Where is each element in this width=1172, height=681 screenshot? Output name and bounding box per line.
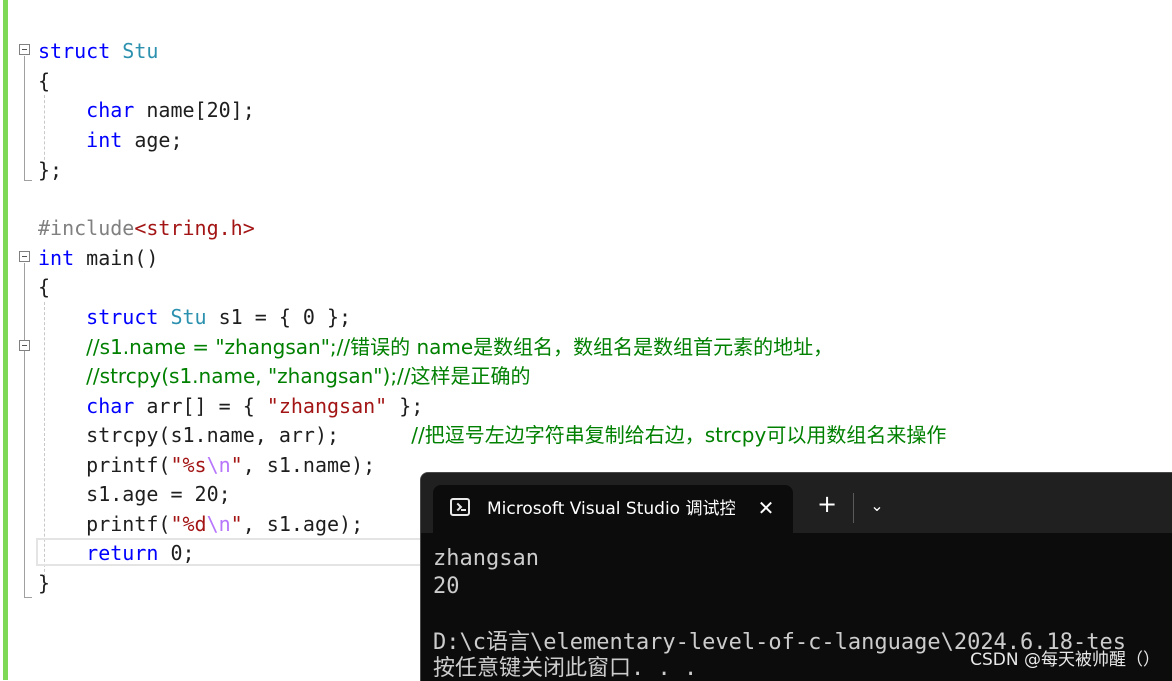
code-line[interactable]: int main()	[38, 243, 158, 273]
code-token: return	[86, 541, 159, 565]
code-token: "	[230, 453, 243, 477]
code-token: arr[] = {	[134, 394, 267, 418]
code-token: Stu	[170, 305, 207, 329]
console-output-line: zhangsan	[433, 546, 539, 571]
code-token: {	[38, 69, 51, 93]
tab-dropdown-button[interactable]: ⌄	[861, 491, 893, 521]
console-output-line: 20	[433, 574, 460, 599]
code-token: 0;	[158, 541, 195, 565]
code-line[interactable]: }	[38, 568, 50, 598]
code-token: strcpy(s1.name, arr);	[38, 423, 412, 447]
collapse-comment-icon[interactable]	[19, 340, 30, 351]
code-token: "%d	[170, 512, 207, 536]
code-token: s1 = { 0 };	[206, 305, 352, 329]
console-output-line: 按任意键关闭此窗口. . .	[433, 656, 698, 681]
code-token: main()	[74, 246, 159, 270]
terminal-titlebar: Microsoft Visual Studio 调试控制台 ✕ + ⌄	[421, 473, 1172, 533]
watermark: CSDN @每天被帅醒（）	[970, 650, 1160, 670]
code-line[interactable]: #include<string.h>	[38, 213, 255, 243]
code-line[interactable]: char name[20];	[38, 95, 255, 125]
code-line[interactable]: printf("%s\n", s1.name);	[38, 450, 375, 480]
code-line[interactable]: s1.age = 20;	[38, 479, 231, 509]
code-line[interactable]: {	[38, 66, 50, 96]
collapse-struct-icon[interactable]	[19, 44, 30, 55]
code-line[interactable]: {	[38, 272, 50, 302]
code-token: , s1.name);	[242, 453, 376, 477]
collapse-main-icon[interactable]	[19, 251, 30, 262]
code-token: printf(	[38, 512, 171, 536]
code-token: #include	[38, 216, 135, 240]
code-token: };	[387, 394, 424, 418]
code-token: printf(	[38, 453, 171, 477]
code-token: Stu	[122, 39, 159, 63]
code-token: <string.h>	[134, 216, 255, 240]
code-line[interactable]: //s1.name = "zhangsan";//错误的 name是数组名，数组…	[38, 332, 833, 362]
code-token: \n	[206, 512, 231, 536]
code-token: int	[86, 128, 123, 152]
code-line[interactable]: printf("%d\n", s1.age);	[38, 509, 363, 539]
tab-title: Microsoft Visual Studio 调试控制台	[487, 499, 735, 519]
code-token: {	[38, 275, 51, 299]
fold-end-main	[24, 597, 32, 598]
code-token: struct	[86, 305, 159, 329]
code-token: char	[86, 394, 135, 418]
code-token: struct	[38, 39, 111, 63]
code-token: //把逗号左边字符串复制给右边，strcpy可以用数组名来操作	[411, 423, 947, 447]
code-line[interactable]: struct Stu	[38, 36, 158, 66]
code-token: char	[86, 98, 135, 122]
code-line[interactable]: char arr[] = { "zhangsan" };	[38, 391, 423, 421]
code-token: //s1.name = "zhangsan";//错误的 name是数组名，数组…	[86, 335, 834, 359]
code-token: "	[230, 512, 243, 536]
code-token: name[20];	[134, 98, 255, 122]
fold-guide-main	[24, 263, 25, 597]
code-line[interactable]: struct Stu s1 = { 0 };	[38, 302, 351, 332]
code-token: "%s	[170, 453, 207, 477]
change-indicator-bar	[3, 0, 8, 680]
console-tab[interactable]: Microsoft Visual Studio 调试控制台 ✕	[433, 485, 793, 533]
code-line[interactable]: };	[38, 155, 62, 185]
code-token: "zhangsan"	[266, 394, 388, 418]
code-line[interactable]: //strcpy(s1.name, "zhangsan");//这样是正确的	[38, 361, 531, 391]
titlebar-separator	[853, 493, 854, 523]
terminal-icon	[450, 498, 470, 516]
code-token: //strcpy(s1.name, "zhangsan");//这样是正确的	[86, 364, 531, 388]
fold-end-struct	[24, 180, 32, 181]
code-token: }	[38, 571, 51, 595]
new-tab-button[interactable]: +	[811, 489, 843, 519]
code-token: age;	[122, 128, 183, 152]
code-token: s1.age = 20;	[38, 482, 231, 506]
fold-guide-struct	[24, 56, 25, 180]
code-line[interactable]: strcpy(s1.name, arr); //把逗号左边字符串复制给右边，st…	[38, 420, 946, 450]
code-token: int	[38, 246, 75, 270]
code-line[interactable]: return 0;	[38, 538, 195, 568]
code-token: , s1.age);	[242, 512, 364, 536]
code-line[interactable]: int age;	[38, 125, 183, 155]
close-tab-button[interactable]: ✕	[751, 493, 781, 523]
code-token: \n	[206, 453, 231, 477]
code-token: };	[38, 158, 63, 182]
